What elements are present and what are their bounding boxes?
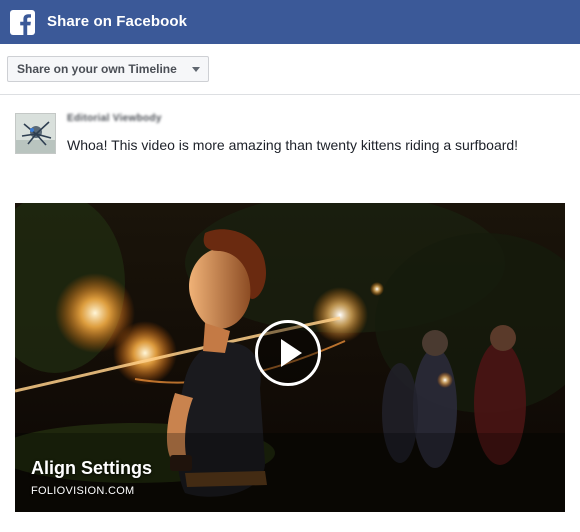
destination-row: Share on your own Timeline	[0, 44, 580, 95]
play-icon	[281, 339, 302, 367]
attachment-domain: FOLIOVISION.COM	[31, 485, 135, 497]
attachment-title[interactable]: Align Settings	[31, 458, 152, 479]
avatar[interactable]	[15, 113, 56, 154]
share-destination-dropdown[interactable]: Share on your own Timeline	[7, 56, 209, 82]
play-button[interactable]	[255, 320, 321, 386]
dialog-header: Share on Facebook	[0, 0, 580, 44]
share-destination-label: Share on your own Timeline	[17, 62, 177, 76]
post-author-name[interactable]: Editorial Viewbody	[67, 113, 162, 126]
caret-down-icon	[192, 67, 200, 72]
facebook-f-icon	[10, 10, 35, 35]
post-message[interactable]: Whoa! This video is more amazing than tw…	[67, 137, 518, 153]
dialog-title: Share on Facebook	[47, 13, 188, 30]
video-attachment[interactable]: Align Settings FOLIOVISION.COM	[15, 203, 565, 512]
